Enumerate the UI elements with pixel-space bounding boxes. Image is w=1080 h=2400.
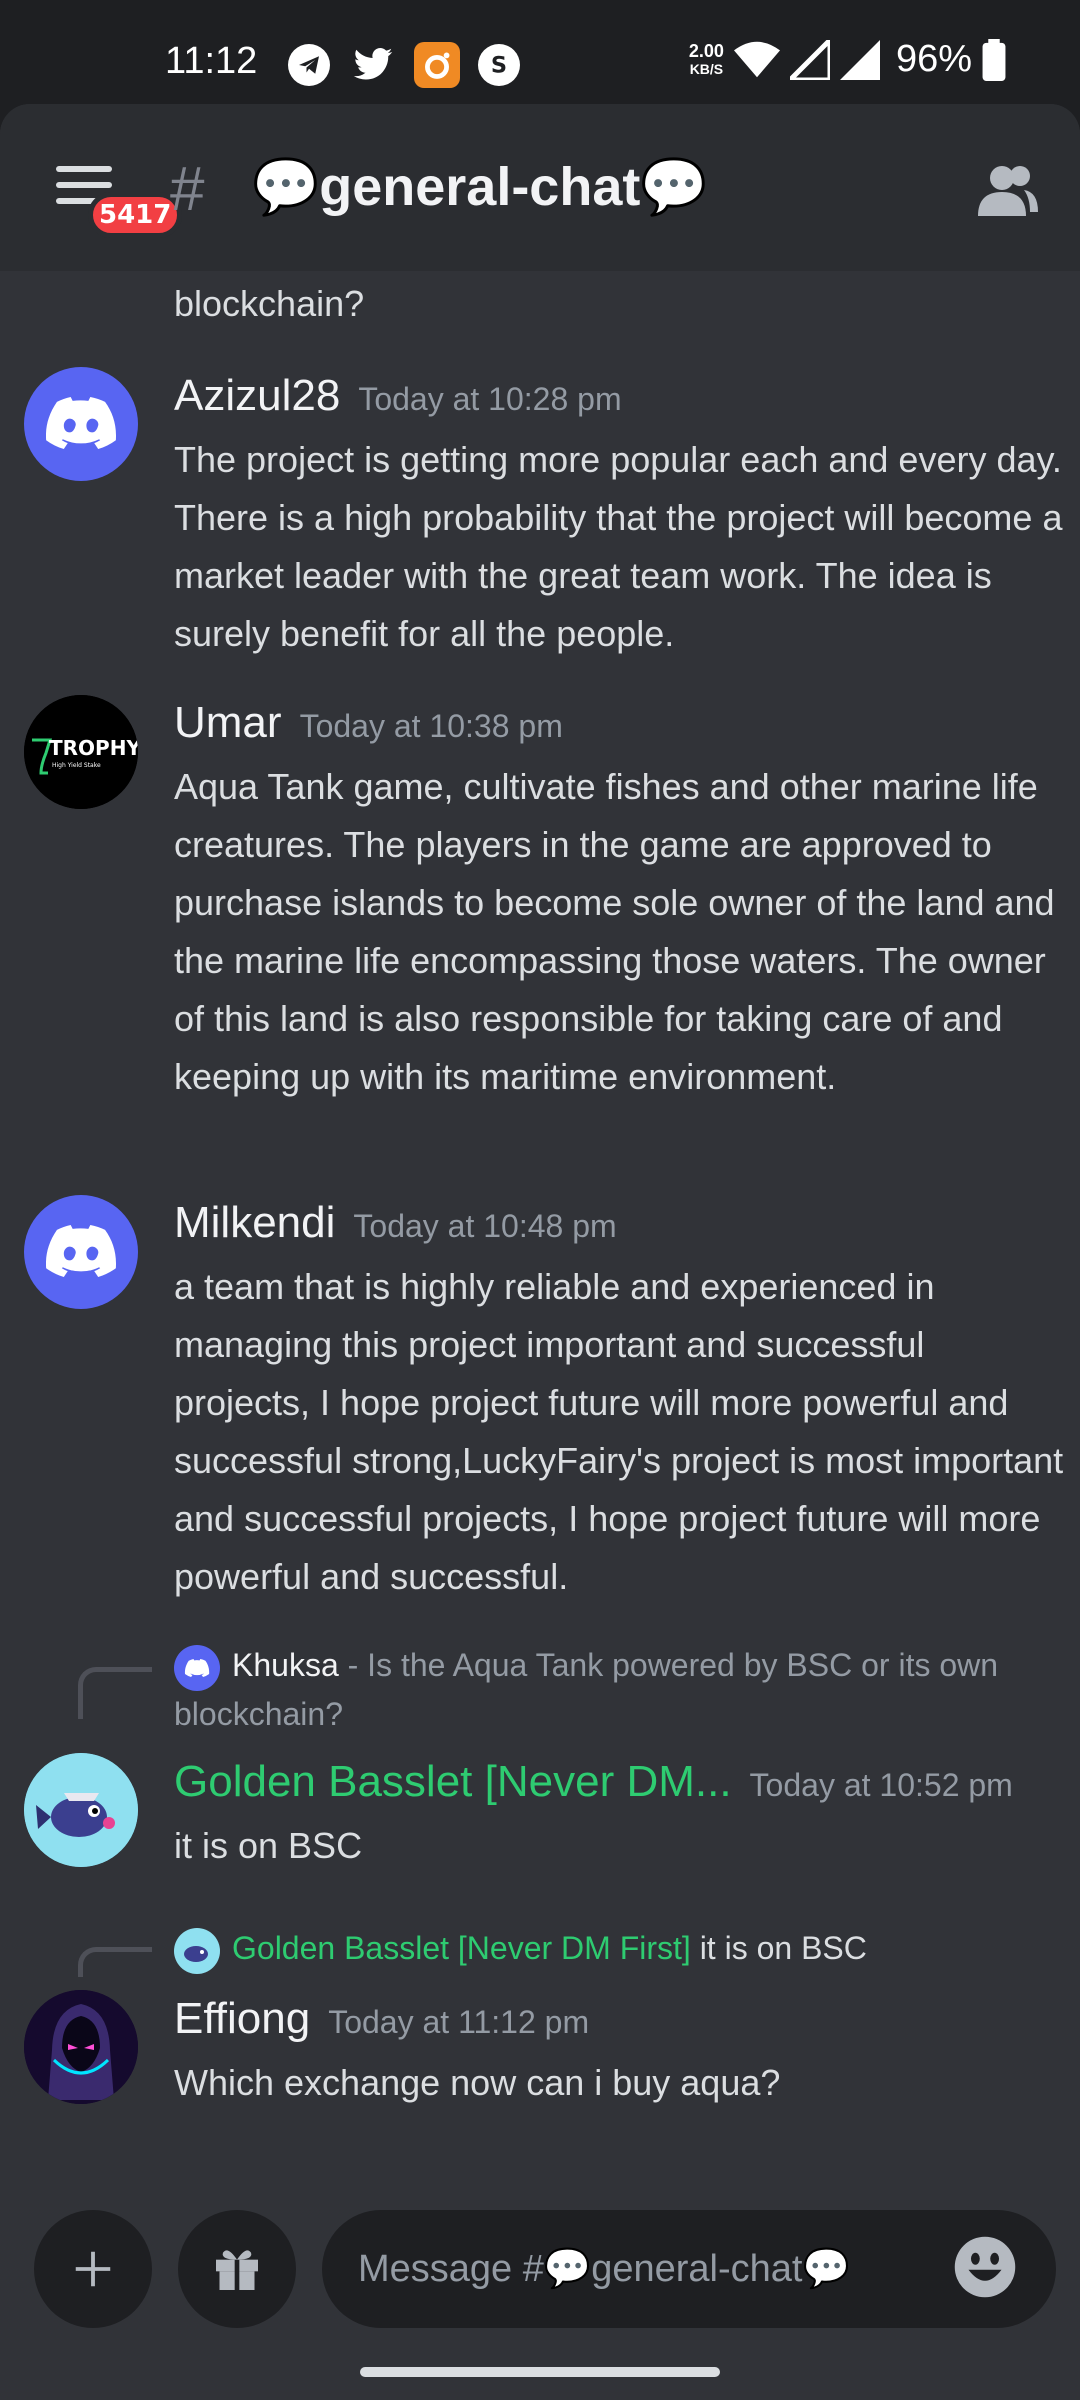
message-composer: Message #💬general-chat💬 — [0, 2190, 1080, 2328]
discord-icon — [46, 1225, 116, 1278]
avatar[interactable]: TROPHY High Yield Stake — [24, 695, 138, 809]
notification-badge: 5417 — [88, 192, 183, 238]
battery-icon — [982, 38, 1006, 81]
message-input[interactable]: Message #💬general-chat💬 — [322, 2210, 1056, 2328]
emoji-icon[interactable] — [952, 2234, 1018, 2300]
author-name[interactable]: Milkendi — [174, 1198, 335, 1247]
members-icon[interactable] — [976, 162, 1040, 218]
author-name[interactable]: Effiong — [174, 1994, 310, 2043]
reply-preview[interactable]: Khuksa - Is the Aqua Tank powered by BSC… — [174, 1642, 1054, 1737]
plus-icon — [75, 2251, 111, 2287]
attach-button[interactable] — [34, 2210, 152, 2328]
message-author[interactable]: Effiong Today at 11:12 pm — [174, 1994, 589, 2044]
gift-button[interactable] — [178, 2210, 296, 2328]
discord-icon — [46, 397, 116, 450]
reply-author[interactable]: Khuksa — [232, 1647, 339, 1683]
gift-icon — [216, 2250, 258, 2290]
message-input-placeholder: Message #💬general-chat💬 — [358, 2248, 850, 2290]
message-author[interactable]: Umar Today at 10:38 pm — [174, 698, 563, 748]
trophy-avatar-icon: TROPHY High Yield Stake — [24, 695, 138, 809]
net-speed-unit: KB/S — [689, 60, 724, 77]
message-timestamp: Today at 10:38 pm — [299, 708, 563, 744]
chat-panel: 5417 # 💬general-chat💬 blockchain? Azizul… — [0, 104, 1080, 2400]
message-author[interactable]: Golden Basslet [Never DM... Today at 10:5… — [174, 1757, 1013, 1807]
twitter-icon — [350, 44, 396, 86]
battery-percent: 96% — [895, 38, 972, 80]
message-timestamp: Today at 11:12 pm — [328, 2004, 590, 2040]
signal-icon — [789, 39, 830, 80]
author-name[interactable]: Umar — [174, 698, 282, 747]
telegram-icon — [288, 44, 330, 86]
message-timestamp: Today at 10:52 pm — [749, 1767, 1013, 1803]
avatar[interactable] — [24, 1753, 138, 1867]
net-speed: 2.00 KB/S — [689, 42, 724, 78]
trophy-avatar-text: TROPHY — [49, 736, 138, 760]
net-speed-value: 2.00 — [688, 40, 724, 61]
message-text: Which exchange now can i buy aqua? — [174, 2062, 781, 2103]
avatar[interactable] — [24, 1195, 138, 1309]
reply-preview[interactable]: Golden Basslet [Never DM First] it is on… — [174, 1925, 1054, 1974]
message-text: a team that is highly reliable and exper… — [174, 1266, 1064, 1597]
camera-app-icon — [414, 42, 460, 88]
fish-avatar-icon — [24, 1753, 138, 1867]
wifi-icon — [733, 41, 780, 77]
avatar[interactable] — [24, 367, 138, 481]
svg-text:S: S — [491, 53, 507, 79]
message-timestamp: Today at 10:48 pm — [353, 1208, 617, 1244]
s-app-icon: S — [478, 44, 520, 86]
channel-hash-icon: # — [170, 155, 205, 224]
channel-title[interactable]: 💬general-chat💬 — [252, 156, 708, 219]
message-author[interactable]: Azizul28 Today at 10:28 pm — [174, 371, 622, 421]
reply-author[interactable]: Golden Basslet [Never DM First] — [232, 1930, 691, 1966]
reply-avatar — [174, 1927, 220, 1974]
status-time: 11:12 — [165, 40, 258, 82]
reply-avatar — [174, 1644, 220, 1691]
reply-text: it is on BSC — [699, 1930, 867, 1966]
reply-connector — [78, 1947, 152, 1977]
signal-icon-2 — [839, 39, 880, 80]
home-indicator[interactable] — [360, 2367, 720, 2377]
status-bar: 11:12 S 2.00 KB/S 96% — [0, 0, 1080, 104]
author-name[interactable]: Azizul28 — [174, 371, 340, 420]
message-text: it is on BSC — [174, 1825, 363, 1866]
channel-header: 5417 # 💬general-chat💬 — [0, 104, 1080, 271]
message-timestamp: Today at 10:28 pm — [358, 381, 622, 417]
message-text: Aqua Tank game, cultivate fishes and oth… — [174, 766, 1055, 1097]
trophy-avatar-subtext: High Yield Stake — [52, 762, 101, 769]
hooded-avatar-icon — [24, 1990, 138, 2104]
message-text: The project is getting more popular each… — [174, 439, 1063, 654]
reply-connector — [78, 1667, 152, 1719]
message-fragment: blockchain? — [174, 283, 365, 324]
status-right: 2.00 KB/S 96% — [689, 38, 1006, 81]
avatar[interactable] — [24, 1990, 138, 2104]
author-name[interactable]: Golden Basslet [Never DM... — [174, 1757, 732, 1806]
message-author[interactable]: Milkendi Today at 10:48 pm — [174, 1198, 617, 1248]
